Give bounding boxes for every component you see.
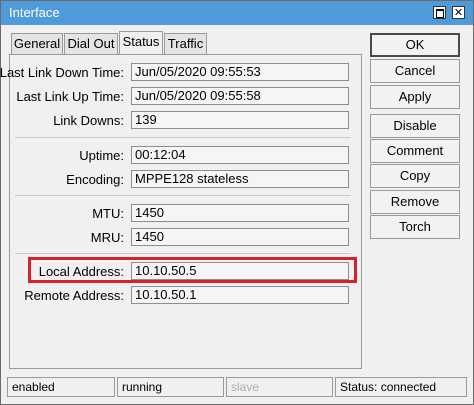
ok-button[interactable]: OK	[370, 33, 460, 57]
mru-field[interactable]: 1450	[131, 228, 349, 246]
encoding-field[interactable]: MPPE128 stateless	[131, 170, 349, 188]
encoding-label: Encoding:	[66, 172, 124, 187]
mtu-field[interactable]: 1450	[131, 204, 349, 222]
last-link-down-time-field[interactable]: Jun/05/2020 09:55:53	[131, 63, 349, 81]
tab-general[interactable]: General	[11, 33, 63, 54]
status-running: running	[117, 377, 224, 397]
status-slave: slave	[226, 377, 333, 397]
status-enabled: enabled	[7, 377, 115, 397]
separator	[15, 253, 351, 254]
mru-label: MRU:	[90, 230, 124, 245]
torch-button[interactable]: Torch	[370, 215, 460, 239]
tab-dial-out[interactable]: Dial Out	[64, 33, 118, 54]
copy-button[interactable]: Copy	[370, 164, 460, 188]
apply-button[interactable]: Apply	[370, 85, 460, 109]
separator	[15, 137, 351, 138]
tab-status[interactable]: Status	[119, 31, 163, 55]
close-icon[interactable]: ✕	[452, 6, 465, 19]
separator	[15, 195, 351, 196]
remove-button[interactable]: Remove	[370, 190, 460, 214]
comment-button[interactable]: Comment	[370, 139, 460, 163]
tab-traffic[interactable]: Traffic	[164, 33, 207, 54]
link-downs-label: Link Downs:	[53, 113, 124, 128]
disable-button[interactable]: Disable	[370, 114, 460, 138]
highlight-box	[28, 257, 357, 283]
remote-address-field[interactable]: 10.10.50.1	[131, 286, 349, 304]
last-link-down-time-label: Last Link Down Time:	[0, 65, 124, 80]
remote-address-label: Remote Address:	[24, 288, 124, 303]
maximize-icon[interactable]	[433, 6, 446, 19]
last-link-up-time-label: Last Link Up Time:	[16, 89, 124, 104]
window-title: Interface	[9, 5, 60, 20]
link-downs-field[interactable]: 139	[131, 111, 349, 129]
cancel-button[interactable]: Cancel	[370, 59, 460, 83]
interface-window: Interface ✕ General Dial Out Status Traf…	[0, 0, 474, 405]
uptime-label: Uptime:	[79, 148, 124, 163]
uptime-field[interactable]: 00:12:04	[131, 146, 349, 164]
status-connection: Status: connected	[335, 377, 467, 397]
mtu-label: MTU:	[92, 206, 124, 221]
title-bar[interactable]: Interface ✕	[1, 1, 473, 25]
last-link-up-time-field[interactable]: Jun/05/2020 09:55:58	[131, 87, 349, 105]
